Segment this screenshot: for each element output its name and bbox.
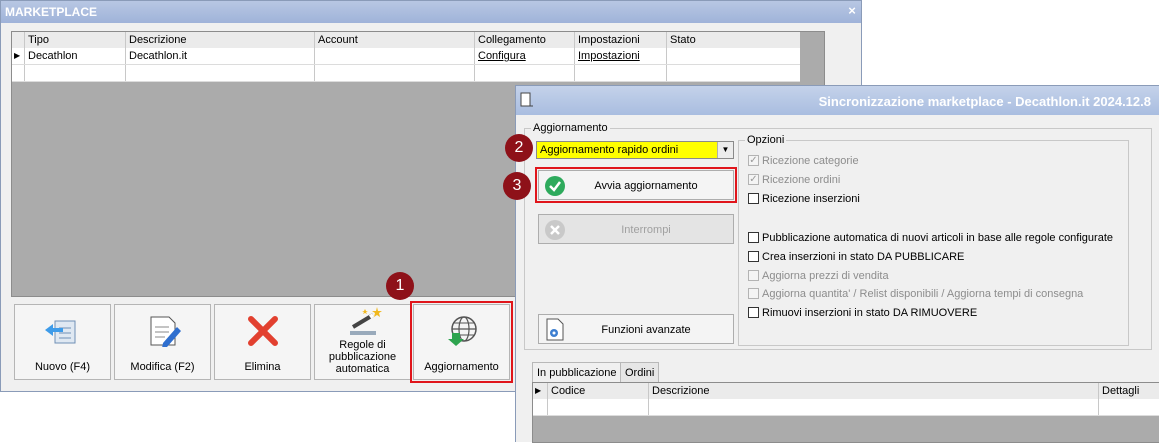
checkbox[interactable] <box>748 192 759 204</box>
row-pointer-icon: ▶ <box>535 386 542 395</box>
option-label: Ricezione inserzioni <box>762 193 860 205</box>
column-header-impostazioni[interactable]: Impostazioni <box>574 32 666 48</box>
avvia-label: Avvia aggiornamento <box>594 180 698 192</box>
sync-window-title: Sincronizzazione marketplace - Decathlon… <box>818 94 1151 109</box>
step-badge-2: 2 <box>505 134 533 162</box>
row-indicator-header <box>12 32 24 48</box>
option-row[interactable]: Aggiorna quantita' / Relist disponibili … <box>748 287 1083 303</box>
option-label: Crea inserzioni in stato DA PUBBLICARE <box>762 251 965 263</box>
option-row[interactable]: Aggiorna prezzi di vendita <box>748 269 889 285</box>
impostazioni-link[interactable]: Impostazioni <box>574 48 666 64</box>
checkbox <box>748 269 759 281</box>
table-row-empty[interactable] <box>533 399 1159 416</box>
regole-label: Regole di pubblicazione automatica <box>328 339 397 375</box>
aggiornamento-select[interactable]: Aggiornamento rapido ordini <box>536 141 734 159</box>
checkbox <box>748 287 759 299</box>
inserzioni-grid: ▶ Codice Descrizione Dettagli <box>532 382 1159 443</box>
option-row[interactable]: Pubblicazione automatica di nuovi artico… <box>748 231 1113 247</box>
option-row[interactable]: ✓ Ricezione ordini <box>748 173 840 189</box>
step-badge-3: 3 <box>503 172 531 200</box>
cell-stato[interactable] <box>666 48 800 64</box>
option-row[interactable]: ✓ Ricezione categorie <box>748 154 859 170</box>
aggiornamento-select-value: Aggiornamento rapido ordini <box>540 144 679 156</box>
table-row-empty[interactable] <box>12 65 800 82</box>
tab-ordini[interactable]: Ordini <box>620 362 660 382</box>
chevron-down-icon[interactable]: ▼ <box>717 142 733 158</box>
sync-window: Sincronizzazione marketplace - Decathlon… <box>515 85 1159 443</box>
column-header-stato[interactable]: Stato <box>666 32 800 48</box>
column-header-descrizione[interactable]: Descrizione <box>125 32 314 48</box>
new-record-icon <box>45 320 76 344</box>
marketplace-titlebar[interactable]: MARKETPLACE × <box>1 1 861 23</box>
checkbox[interactable] <box>748 306 759 318</box>
interrompi-label: Interrompi <box>621 224 671 236</box>
regole-button[interactable]: Regole di pubblicazione automatica <box>314 304 411 380</box>
avvia-aggiornamento-button[interactable]: Avvia aggiornamento <box>535 167 737 203</box>
checkbox[interactable] <box>748 250 759 262</box>
option-row[interactable]: Ricezione inserzioni <box>748 192 860 208</box>
grid-header: ▶ Codice Descrizione Dettagli <box>533 383 1159 400</box>
elimina-button[interactable]: Elimina <box>214 304 311 380</box>
column-header-account[interactable]: Account <box>314 32 474 48</box>
column-header-dettagli[interactable]: Dettagli <box>1098 383 1159 399</box>
opzioni-legend: Opzioni <box>747 134 785 146</box>
window-icon <box>520 92 533 107</box>
sync-titlebar[interactable]: Sincronizzazione marketplace - Decathlon… <box>516 86 1159 115</box>
option-label: Ricezione categorie <box>762 155 859 167</box>
modifica-button[interactable]: Modifica (F2) <box>114 304 211 380</box>
option-row[interactable]: Crea inserzioni in stato DA PUBBLICARE <box>748 250 964 266</box>
magic-wand-icon <box>350 307 382 335</box>
funzioni-avanzate-button[interactable]: Funzioni avanzate <box>538 314 734 344</box>
option-row[interactable]: Rimuovi inserzioni in stato DA RIMUOVERE <box>748 306 977 322</box>
edit-document-icon <box>150 316 181 347</box>
option-label: Aggiorna quantita' / Relist disponibili … <box>762 288 1084 300</box>
table-row[interactable]: ▶ Decathlon Decathlon.it Configura Impos… <box>12 48 800 65</box>
aggiornamento-button[interactable]: Aggiornamento <box>410 301 513 383</box>
elimina-label: Elimina <box>244 361 281 373</box>
column-header-descrizione[interactable]: Descrizione <box>648 383 1098 399</box>
delete-x-icon <box>248 316 278 346</box>
funzioni-label: Funzioni avanzate <box>601 324 691 336</box>
option-label: Aggiorna prezzi di vendita <box>762 270 889 282</box>
cell-descrizione[interactable]: Decathlon.it <box>125 48 314 64</box>
checkbox-checked: ✓ <box>748 173 759 185</box>
option-label: Rimuovi inserzioni in stato DA RIMUOVERE <box>762 307 978 319</box>
checkbox-checked: ✓ <box>748 154 759 166</box>
nuovo-label: Nuovo (F4) <box>34 361 91 373</box>
globe-download-icon <box>448 316 477 346</box>
configura-link[interactable]: Configura <box>474 48 574 64</box>
grid-header: Tipo Descrizione Account Collegamento Im… <box>12 32 800 49</box>
modifica-label: Modifica (F2) <box>130 361 195 373</box>
interrompi-button[interactable]: Interrompi <box>538 214 734 244</box>
column-header-collegamento[interactable]: Collegamento <box>474 32 574 48</box>
close-icon[interactable]: × <box>845 3 859 19</box>
option-label: Ricezione ordini <box>762 174 841 186</box>
option-label: Pubblicazione automatica di nuovi artico… <box>762 232 1113 244</box>
row-pointer-icon: ▶ <box>14 51 21 60</box>
aggiornamento-legend: Aggiornamento <box>533 122 608 134</box>
tab-in-pubblicazione[interactable]: In pubblicazione <box>532 362 622 382</box>
window-title: MARKETPLACE <box>5 5 97 19</box>
step-badge-1: 1 <box>386 272 414 300</box>
aggiornamento-label: Aggiornamento <box>424 361 499 373</box>
cell-account[interactable] <box>314 48 474 64</box>
cell-tipo[interactable]: Decathlon <box>24 48 125 64</box>
column-header-codice[interactable]: Codice <box>547 383 648 399</box>
column-header-tipo[interactable]: Tipo <box>24 32 125 48</box>
checkbox[interactable] <box>748 231 759 243</box>
nuovo-button[interactable]: Nuovo (F4) <box>14 304 111 380</box>
